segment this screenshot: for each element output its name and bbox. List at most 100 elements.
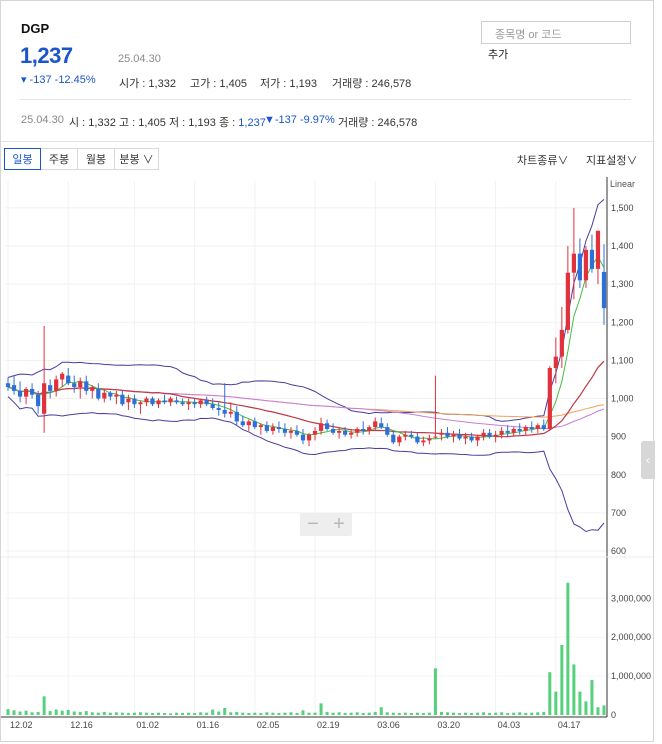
open-label: 시가 : xyxy=(119,78,149,90)
candle-body xyxy=(415,436,420,443)
volume-bar xyxy=(337,712,341,715)
candle-body xyxy=(192,402,197,405)
volume-bar xyxy=(596,707,600,715)
volume-bar xyxy=(84,711,88,715)
candle-body xyxy=(246,421,251,426)
candle-body xyxy=(102,392,107,399)
volume-bar xyxy=(530,712,534,715)
tab-monthly[interactable]: 월봉 xyxy=(77,148,115,170)
volume-bar xyxy=(367,712,371,715)
tab-minute[interactable]: 분봉 ∨ xyxy=(114,148,159,170)
indicator-settings-dropdown[interactable]: 지표설정∨ xyxy=(586,152,637,168)
stock-search-input[interactable]: 종목명 or 코드 xyxy=(481,21,631,44)
candle-body xyxy=(337,430,342,433)
summary-volume: 거래량 : 246,578 xyxy=(338,117,418,129)
candle-body xyxy=(11,385,17,391)
candle-body xyxy=(120,394,125,405)
volume-bar xyxy=(343,713,347,715)
candle-body xyxy=(559,329,564,357)
candle-body xyxy=(451,434,456,437)
add-button[interactable]: 추가 xyxy=(481,44,515,62)
candle-body xyxy=(138,402,143,405)
price-tick-label: 1,000 xyxy=(611,394,634,404)
volume-bar xyxy=(373,711,377,715)
volume-bar xyxy=(566,582,570,715)
candle-body xyxy=(29,388,35,395)
candle-body xyxy=(66,375,71,384)
side-panel-toggle[interactable]: ‹ xyxy=(641,441,655,479)
candle-body xyxy=(156,400,161,405)
price-tick-label: 900 xyxy=(611,432,626,442)
zoom-out-button[interactable]: − xyxy=(300,513,326,536)
chart-type-dropdown[interactable]: 차트종류∨ xyxy=(517,152,568,168)
price-change: ▾ -137 -12.45% xyxy=(21,74,96,86)
volume-bar xyxy=(403,712,407,715)
date-tick-label: 01.16 xyxy=(197,720,220,730)
summary-change: ▼-137 -9.97% xyxy=(264,114,335,126)
volume-bar xyxy=(289,712,293,715)
volume-bar xyxy=(397,713,401,715)
volume-total: 거래량 : 246,578 xyxy=(332,75,411,91)
zoom-in-button[interactable]: + xyxy=(326,513,352,536)
candle-body xyxy=(234,411,239,422)
candle-body xyxy=(108,392,113,397)
volume-bar xyxy=(223,707,227,715)
candle-body xyxy=(355,429,360,433)
candle-body xyxy=(433,436,438,438)
candle-body xyxy=(17,390,23,397)
volume-tick-label: 0 xyxy=(611,710,616,720)
volume-bar xyxy=(307,712,311,715)
volume-bar xyxy=(169,713,173,715)
candle-body xyxy=(589,249,595,269)
candle-body xyxy=(499,430,504,435)
volume-bar xyxy=(415,712,419,715)
volume-bar xyxy=(126,713,130,715)
volume-bar xyxy=(175,712,179,715)
volume-bar xyxy=(602,705,606,715)
candle-body xyxy=(469,436,474,441)
candle-body xyxy=(475,436,480,441)
volume-bar xyxy=(391,712,395,715)
tab-weekly[interactable]: 주봉 xyxy=(40,148,78,170)
candle-body xyxy=(571,253,576,273)
open-price: 시가 : 1,332 xyxy=(119,75,176,91)
volume-bar xyxy=(102,711,106,715)
volume-bar xyxy=(30,712,34,715)
volume-bar xyxy=(259,713,263,715)
volume-bar xyxy=(163,713,167,715)
volume-bar xyxy=(6,709,10,715)
candle-body xyxy=(445,432,450,437)
price-chart[interactable]: Linear 600 700 800 900 1,000 1,100 1,200 1,300 1,… xyxy=(1,177,655,743)
tab-daily[interactable]: 일봉 xyxy=(4,148,41,170)
candle-body xyxy=(84,381,89,391)
candle-body xyxy=(162,400,167,403)
volume-bar xyxy=(427,712,431,715)
price-tick-label: 700 xyxy=(611,508,626,518)
volume-value: 246,578 xyxy=(371,78,412,90)
price-tick-label: 1,300 xyxy=(611,279,634,289)
volume-bar xyxy=(421,713,425,715)
candle-body xyxy=(36,394,41,407)
volume-bar xyxy=(536,712,540,715)
candle-body xyxy=(391,434,396,443)
candle-body xyxy=(90,387,95,391)
candle-body xyxy=(523,427,528,431)
summary-high: 고 : 1,405 xyxy=(119,117,166,129)
stock-name: DGP xyxy=(21,21,50,36)
high-value: 1,405 xyxy=(219,78,247,90)
volume-bar xyxy=(199,712,203,715)
candle-body xyxy=(168,398,173,403)
candle-body xyxy=(361,429,366,431)
candle-body xyxy=(595,230,601,269)
volume-bar xyxy=(120,712,124,715)
volume-bar xyxy=(187,712,191,715)
date-tick-label: 12.16 xyxy=(70,720,93,730)
volume-bar xyxy=(385,712,389,715)
open-value: 1,332 xyxy=(148,78,176,90)
candle-body xyxy=(535,425,540,429)
volume-bar xyxy=(476,712,480,715)
volume-bar xyxy=(271,712,275,715)
period-tabs: 일봉 주봉 월봉 분봉 ∨ xyxy=(4,148,159,170)
candle-body xyxy=(210,404,215,409)
candle-body xyxy=(505,430,510,433)
